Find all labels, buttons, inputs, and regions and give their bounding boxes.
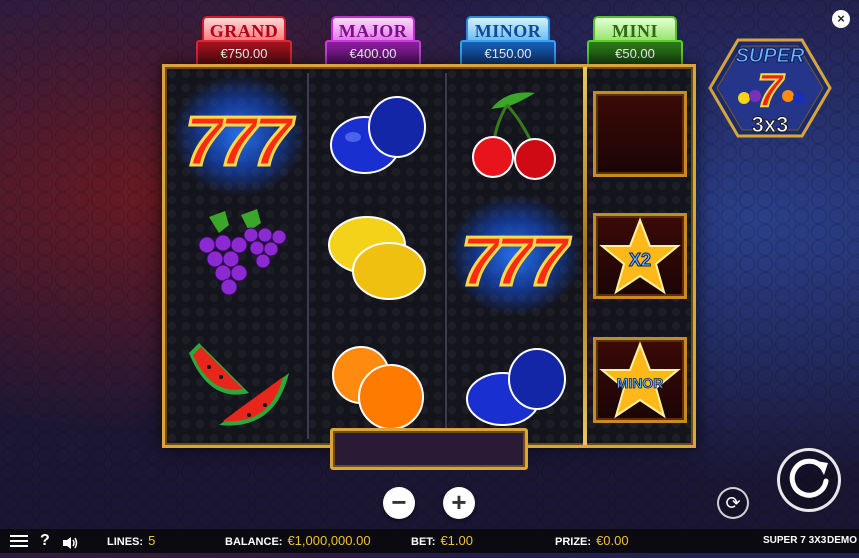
- jackpot-mini: MINI €50.00: [587, 16, 683, 68]
- prize-label: PRIZE:: [555, 536, 592, 548]
- mode-label: DEMO: [827, 535, 857, 546]
- prize-display: PRIZE: €0.00: [555, 529, 629, 554]
- symbol-cherry: [449, 75, 581, 195]
- symbol-orange: [311, 323, 443, 443]
- bet-display: BET: €1.00: [411, 529, 473, 554]
- logo-3x3-text: 3x3: [752, 112, 789, 137]
- symbol-watermelon: [173, 323, 305, 443]
- bonus-slot-star-x2: X2: [593, 213, 687, 299]
- prize-value: €0.00: [596, 533, 629, 548]
- spin-button[interactable]: [777, 448, 841, 512]
- bonus-reel-separator: [583, 67, 587, 445]
- autoplay-icon: ⟳: [725, 493, 741, 513]
- symbol-seven: 777: [449, 195, 581, 315]
- bonus-minor-label: MINOR: [617, 375, 664, 391]
- game-logo: SUPER 7 3x3: [708, 36, 832, 140]
- win-display: [330, 428, 528, 470]
- help-icon[interactable]: ?: [40, 529, 50, 553]
- bonus-slot-star-minor: MINOR: [593, 337, 687, 423]
- game-name: SUPER 7 3X3: [763, 535, 827, 546]
- reel-separator: [307, 73, 309, 439]
- bet-value: €1.00: [440, 533, 473, 548]
- symbol-seven: 777: [173, 75, 305, 195]
- spin-icon: [789, 458, 829, 498]
- jackpot-minor: MINOR €150.00: [460, 16, 556, 68]
- increase-bet-button[interactable]: +: [443, 487, 475, 519]
- symbol-lemon: [311, 195, 443, 315]
- lines-display: LINES: 5: [107, 529, 155, 554]
- balance-label: BALANCE:: [225, 536, 283, 548]
- reels-frame: 777 7 7 7 X2 MINOR: [162, 64, 696, 448]
- jackpot-grand: GRAND €750.00: [196, 16, 292, 68]
- jackpot-major: MAJOR €400.00: [325, 16, 421, 68]
- autoplay-button[interactable]: ⟳: [717, 487, 749, 519]
- lines-value: 5: [148, 533, 156, 548]
- reel-separator: [445, 73, 447, 439]
- symbol-grapes: [173, 195, 305, 315]
- svg-text:7: 7: [529, 222, 571, 300]
- lines-label: LINES:: [107, 536, 144, 548]
- decrease-bet-button[interactable]: −: [383, 487, 415, 519]
- symbol-plum: [311, 75, 443, 195]
- close-button[interactable]: ×: [832, 10, 850, 28]
- balance-display: BALANCE: €1,000,000.00: [225, 529, 371, 554]
- symbol-plum: [449, 323, 581, 443]
- bonus-slot-empty: [593, 91, 687, 177]
- sound-icon[interactable]: [62, 534, 78, 549]
- logo-seven-text: 7: [757, 64, 785, 116]
- svg-text:7: 7: [253, 102, 295, 180]
- bottom-bar: ? LINES: 5 BALANCE: €1,000,000.00 BET: €1.0…: [0, 529, 859, 553]
- bonus-x2-label: X2: [629, 250, 651, 270]
- bet-label: BET:: [411, 536, 436, 548]
- menu-icon[interactable]: [10, 535, 28, 547]
- balance-value: €1,000,000.00: [287, 533, 371, 548]
